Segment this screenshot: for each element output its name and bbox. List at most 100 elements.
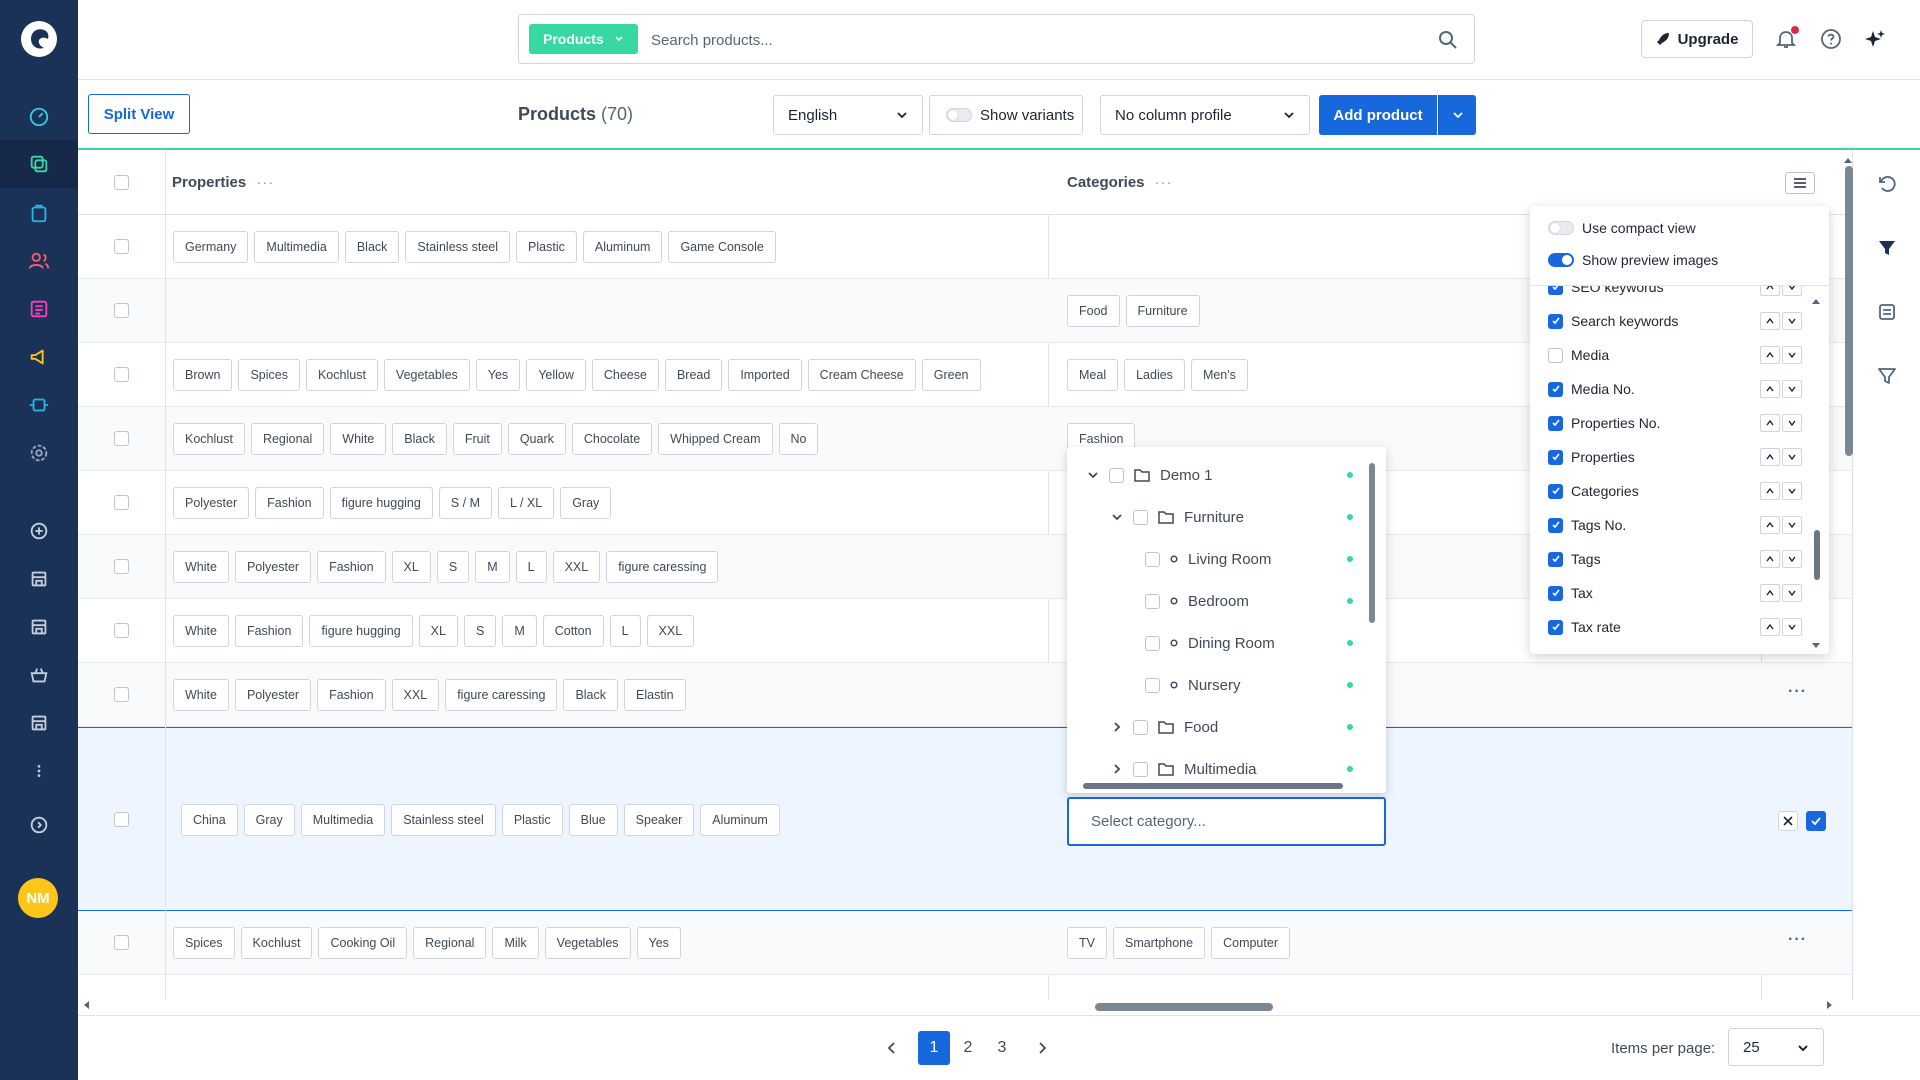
column-checkbox[interactable] bbox=[1548, 286, 1563, 295]
properties-cell[interactable]: Germany Multimedia Black Stainless steel Pla… bbox=[173, 231, 776, 263]
scroll-up-icon[interactable] bbox=[1811, 297, 1821, 305]
scroll-up-icon[interactable] bbox=[1843, 156, 1853, 164]
column-visibility-item[interactable]: Tags No. bbox=[1548, 515, 1808, 535]
tree-checkbox[interactable] bbox=[1133, 509, 1148, 525]
column-visibility-item[interactable]: Media bbox=[1548, 345, 1808, 365]
catalog-icon[interactable] bbox=[22, 147, 56, 181]
tree-item[interactable]: Dining Room bbox=[1135, 631, 1275, 655]
column-checkbox[interactable] bbox=[1548, 551, 1563, 567]
orders-icon[interactable] bbox=[22, 196, 56, 230]
search-type-dropdown[interactable]: Products bbox=[529, 24, 638, 54]
show-variants-toggle[interactable]: Show variants bbox=[929, 95, 1083, 135]
table-row[interactable]: Spices Kochlust Cooking Oil Regional Milk Veg… bbox=[78, 911, 1852, 975]
column-checkbox[interactable] bbox=[1548, 415, 1563, 431]
extensions-icon[interactable] bbox=[22, 388, 56, 422]
grid-vertical-scrollbar[interactable] bbox=[1845, 166, 1853, 456]
column-visibility-item[interactable]: Media No. bbox=[1548, 379, 1808, 399]
column-checkbox[interactable] bbox=[1548, 483, 1563, 499]
table-row[interactable]: White Polyester Fashion XXL figure caressing… bbox=[78, 663, 1852, 727]
column-checkbox[interactable] bbox=[1548, 619, 1563, 635]
tree-checkbox[interactable] bbox=[1109, 467, 1124, 483]
chevron-down-icon[interactable] bbox=[1087, 469, 1099, 481]
tree-checkbox[interactable] bbox=[1133, 719, 1148, 735]
column-header-categories[interactable]: Categories ··· bbox=[1067, 174, 1173, 191]
column-menu-icon[interactable]: ··· bbox=[256, 174, 274, 191]
chevron-right-icon[interactable] bbox=[1111, 721, 1123, 733]
column-profile-select[interactable]: No column profile bbox=[1100, 95, 1310, 135]
more-vertical-icon[interactable] bbox=[22, 754, 56, 788]
move-up-button[interactable] bbox=[1760, 346, 1780, 364]
row-actions-icon[interactable]: ··· bbox=[1788, 683, 1807, 701]
tree-checkbox[interactable] bbox=[1145, 593, 1160, 609]
list-details-icon[interactable] bbox=[1875, 300, 1899, 324]
preview-images-switch[interactable] bbox=[1548, 253, 1574, 267]
column-visibility-item[interactable]: Search keywords bbox=[1548, 311, 1808, 331]
storefront-icon[interactable] bbox=[22, 562, 56, 596]
basket-icon[interactable] bbox=[22, 658, 56, 692]
app-logo-icon[interactable] bbox=[18, 18, 60, 60]
properties-cell[interactable]: Kochlust Regional White Black Fruit Quark Choc… bbox=[173, 423, 819, 455]
column-checkbox[interactable] bbox=[1548, 347, 1563, 363]
tree-item[interactable]: Multimedia bbox=[1111, 757, 1257, 781]
move-down-button[interactable] bbox=[1782, 550, 1802, 568]
move-down-button[interactable] bbox=[1782, 482, 1802, 500]
row-checkbox[interactable] bbox=[114, 623, 129, 638]
move-down-button[interactable] bbox=[1782, 414, 1802, 432]
tree-vertical-scrollbar[interactable] bbox=[1369, 463, 1375, 623]
move-down-button[interactable] bbox=[1782, 618, 1802, 636]
column-visibility-item[interactable]: Categories bbox=[1548, 481, 1808, 501]
categories-cell[interactable]: TV Smartphone Computer bbox=[1067, 927, 1290, 959]
tree-item[interactable]: Demo 1 bbox=[1087, 463, 1213, 487]
page-button[interactable]: 2 bbox=[952, 1031, 984, 1065]
properties-cell[interactable]: White Fashion figure hugging XL S M Cotton L XXL bbox=[173, 615, 695, 647]
move-up-button[interactable] bbox=[1760, 286, 1780, 296]
compact-view-switch[interactable] bbox=[1548, 221, 1574, 235]
tree-checkbox[interactable] bbox=[1145, 635, 1160, 651]
move-up-button[interactable] bbox=[1760, 550, 1780, 568]
move-down-button[interactable] bbox=[1782, 516, 1802, 534]
column-visibility-item[interactable]: Tags bbox=[1548, 549, 1808, 569]
column-settings-button[interactable] bbox=[1785, 172, 1815, 194]
row-checkbox[interactable] bbox=[114, 303, 129, 318]
upgrade-button[interactable]: Upgrade bbox=[1641, 20, 1753, 58]
select-category-input[interactable]: Select category... bbox=[1067, 797, 1386, 846]
column-header-properties[interactable]: Properties ··· bbox=[172, 174, 274, 191]
add-product-menu-button[interactable] bbox=[1438, 95, 1476, 135]
search-icon[interactable] bbox=[1438, 30, 1458, 50]
scroll-right-icon[interactable] bbox=[1826, 1000, 1834, 1010]
properties-cell[interactable]: Polyester Fashion figure hugging S / ML / X… bbox=[173, 487, 612, 519]
tree-checkbox[interactable] bbox=[1145, 677, 1160, 693]
move-down-button[interactable] bbox=[1782, 448, 1802, 466]
select-all-checkbox[interactable] bbox=[114, 175, 129, 190]
categories-cell[interactable]: Meal Ladies Men's bbox=[1067, 359, 1248, 391]
move-up-button[interactable] bbox=[1760, 414, 1780, 432]
row-checkbox[interactable] bbox=[114, 812, 129, 827]
save-inline-edit-button[interactable] bbox=[1806, 811, 1826, 831]
marketing-icon[interactable] bbox=[22, 340, 56, 374]
search-input[interactable] bbox=[651, 25, 1411, 55]
tree-checkbox[interactable] bbox=[1145, 551, 1160, 567]
categories-cell[interactable]: Food Furniture bbox=[1067, 295, 1200, 327]
tree-item[interactable]: Bedroom bbox=[1135, 589, 1249, 613]
column-checkbox[interactable] bbox=[1548, 585, 1563, 601]
settings-icon[interactable] bbox=[22, 436, 56, 470]
move-up-button[interactable] bbox=[1760, 482, 1780, 500]
column-menu-icon[interactable]: ··· bbox=[1155, 174, 1173, 191]
move-up-button[interactable] bbox=[1760, 584, 1780, 602]
row-checkbox[interactable] bbox=[114, 239, 129, 254]
move-down-button[interactable] bbox=[1782, 346, 1802, 364]
tree-checkbox[interactable] bbox=[1133, 761, 1148, 777]
add-product-button[interactable]: Add product bbox=[1319, 95, 1437, 135]
user-avatar[interactable]: NM bbox=[18, 878, 58, 918]
help-icon[interactable] bbox=[1818, 26, 1844, 52]
row-actions-icon[interactable]: ··· bbox=[1788, 931, 1807, 949]
customers-icon[interactable] bbox=[22, 244, 56, 278]
move-down-button[interactable] bbox=[1782, 286, 1802, 296]
tree-item[interactable]: Furniture bbox=[1111, 505, 1244, 529]
move-down-button[interactable] bbox=[1782, 584, 1802, 602]
content-icon[interactable] bbox=[22, 292, 56, 326]
column-visibility-item[interactable]: Properties No. bbox=[1548, 413, 1808, 433]
properties-cell[interactable]: Spices Kochlust Cooking Oil Regional Milk Veg… bbox=[173, 927, 681, 959]
move-down-button[interactable] bbox=[1782, 380, 1802, 398]
properties-cell[interactable]: Brown Spices Kochlust Vegetables Yes Yellow Ch… bbox=[173, 359, 981, 391]
